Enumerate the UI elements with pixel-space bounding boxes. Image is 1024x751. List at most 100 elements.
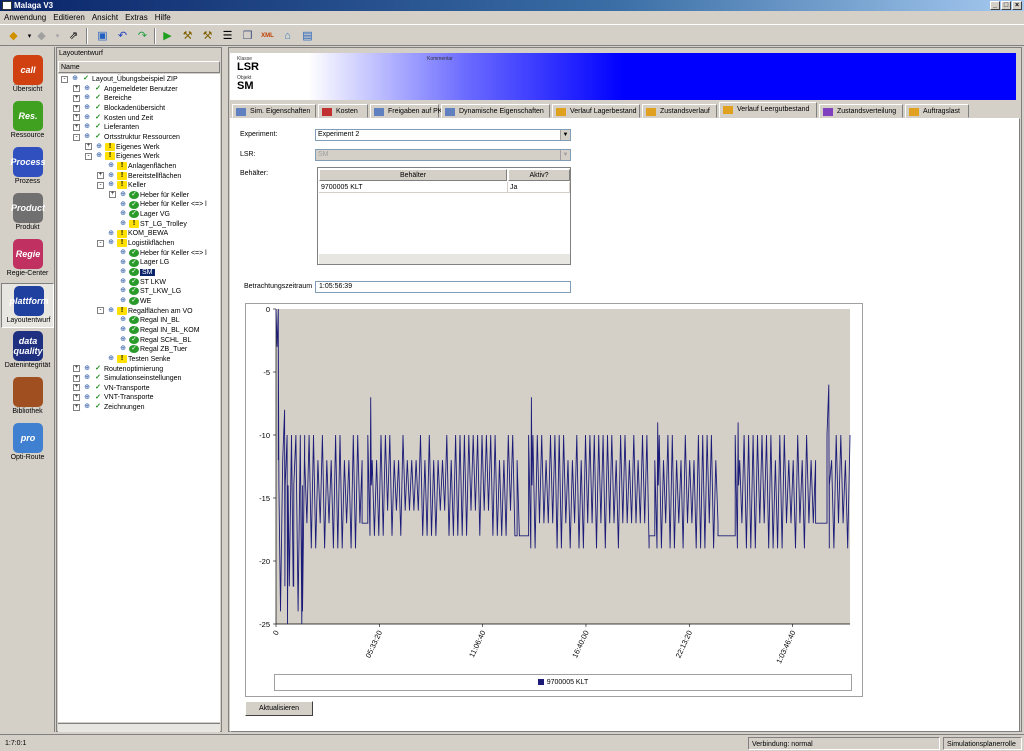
tree-node[interactable]: ⊕ ✓ Regal ZB_Tuer <box>109 345 187 355</box>
tab-zustandsverteilung[interactable]: Zustandsverteilung <box>819 104 903 118</box>
tree-node[interactable]: ⊕ ✓ Lager VG <box>109 210 170 220</box>
database-icon[interactable]: ⌂ <box>280 28 295 43</box>
expand-icon[interactable]: + <box>73 94 80 102</box>
tree-node[interactable]: ⊕! ST_LG_Trolley <box>109 219 187 230</box>
redo-icon[interactable]: ↷ <box>135 28 150 43</box>
menu-extras[interactable]: Extras <box>122 13 151 22</box>
nav-item-process[interactable]: Process Prozess <box>1 145 54 190</box>
tree-node[interactable]: - ⊕! Keller <box>97 181 146 191</box>
tree-node[interactable]: + ⊕! Bereitstellflächen <box>97 171 181 182</box>
collapse-icon[interactable]: - <box>97 307 104 315</box>
close-button[interactable]: × <box>1012 1 1022 10</box>
tree-node[interactable]: ⊕ ✓ SM <box>109 268 155 278</box>
menu-anwendung[interactable]: Anwendung <box>1 13 49 22</box>
expand-icon[interactable]: + <box>73 374 80 382</box>
nav-item-opti-route[interactable]: pro Opti-Route <box>1 421 54 466</box>
collapse-icon[interactable]: - <box>97 181 104 189</box>
tree-node[interactable]: + ⊕ ✓ Bereiche <box>73 94 132 104</box>
tab-zustandsverlauf[interactable]: Zustandsverlauf <box>642 104 717 118</box>
tree-node[interactable]: ⊕! Testen Senke <box>97 355 170 365</box>
grid-cell-behaelter[interactable]: 9700005 KLT <box>319 182 508 193</box>
tab-sim-eigenschaften[interactable]: Sim. Eigenschaften <box>232 104 316 118</box>
tab-verlauf-leergutbestand[interactable]: Verlauf Leergutbestand <box>719 102 817 118</box>
expand-icon[interactable]: + <box>97 172 104 180</box>
tree-node[interactable]: + ⊕ ✓ Routenoptimierung <box>73 365 163 375</box>
tree-node[interactable]: + ⊕ ✓ Simulationseinstellungen <box>73 374 181 384</box>
tree-node[interactable]: + ⊕ ✓ VN-Transporte <box>73 384 150 394</box>
tree-node[interactable]: ⊕ ✓ Heber für Keller <=> l <box>109 248 207 259</box>
tree-node[interactable]: - ⊕! Logistikflächen <box>97 239 174 249</box>
tree-node[interactable]: ⊕! Anlagenflächen <box>97 162 176 172</box>
expand-icon[interactable]: + <box>73 403 80 411</box>
tree-node[interactable]: ⊕ ✓ ST_LKW_LG <box>109 287 181 297</box>
grid-cell-aktiv[interactable]: Ja <box>508 182 570 193</box>
nav-item-regie-center[interactable]: Regie Regie-Center <box>1 237 54 282</box>
tree-node[interactable]: ⊕ ✓ ST LKW <box>109 277 166 288</box>
collapse-icon[interactable]: - <box>97 239 104 247</box>
tree-node[interactable]: ⊕ ✓ Heber für Keller <=> l <box>109 200 207 210</box>
tab-kosten[interactable]: Kosten <box>318 104 368 118</box>
tree-node[interactable]: - ⊕ ✓ Ortsstruktur Ressourcen <box>73 133 180 143</box>
tree-node[interactable]: ⊕! KOM_BEWA <box>97 229 168 239</box>
zeitraum-field[interactable]: 1:05:56:39 <box>315 281 571 293</box>
menu-hilfe[interactable]: Hilfe <box>152 13 174 22</box>
undo-icon[interactable]: ↶ <box>115 28 130 43</box>
tree-node[interactable]: ⊕ ✓ WE <box>109 297 151 307</box>
expand-icon[interactable]: + <box>85 143 92 151</box>
collapse-icon[interactable]: - <box>61 75 68 83</box>
tree-node[interactable]: ⊕ ✓ Regal SCHL_BL <box>109 335 191 346</box>
grid-icon[interactable]: ▤ <box>300 28 315 43</box>
tree-node[interactable]: + ⊕ ✓ VNT-Transporte <box>73 393 154 403</box>
list-icon[interactable]: ☰ <box>220 28 235 43</box>
tree-node[interactable]: ⊕ ✓ Lager LG <box>109 258 169 268</box>
tab-dynamische-eigenschaften[interactable]: Dynamische Eigenschaften <box>441 104 550 118</box>
tree-node[interactable]: - ⊕! Eigenes Werk <box>85 152 159 162</box>
tree-node[interactable]: ⊕ ✓ Regal IN_BL_KOM <box>109 326 200 336</box>
tree-view[interactable]: - ⊕ ✓ Layout_Übungsbeispiel ZIP + ⊕ ✓ Angemelde… <box>58 74 220 722</box>
expand-icon[interactable]: + <box>73 123 80 131</box>
copy-icon[interactable]: ❐ <box>240 28 255 43</box>
export-icon[interactable]: ⇗ <box>66 28 81 43</box>
expand-icon[interactable]: + <box>73 104 80 112</box>
run-icon[interactable]: ▶ <box>160 28 175 43</box>
nav-item-product[interactable]: Product Produkt <box>1 191 54 236</box>
tab-verlauf-lagerbestand[interactable]: Verlauf Lagerbestand <box>552 104 640 118</box>
expand-icon[interactable]: + <box>73 85 80 93</box>
tree-node[interactable]: + ⊕ ✓ Angemeldeter Benutzer <box>73 85 178 95</box>
collapse-icon[interactable]: - <box>73 133 80 141</box>
forward-dropdown-icon[interactable]: ▾ <box>50 28 65 43</box>
grid-header-aktiv[interactable]: Aktiv? <box>508 169 570 181</box>
tree-node[interactable]: + ⊕! Eigenes Werk <box>85 142 159 153</box>
collapse-icon[interactable]: - <box>85 152 92 160</box>
nav-item-layout[interactable]: plattform Layoutentwurf <box>1 283 54 328</box>
minimize-button[interactable]: _ <box>990 1 1000 10</box>
tree-column-header[interactable]: Name <box>58 61 220 73</box>
refresh-button[interactable]: Aktualisieren <box>245 701 313 716</box>
chevron-down-icon[interactable]: ▼ <box>560 130 570 140</box>
experiment-select[interactable]: Experiment 2 ▼ <box>315 129 571 141</box>
menu-editieren[interactable]: Editieren <box>50 13 88 22</box>
tab-auftragslast[interactable]: Auftragslast <box>905 104 969 118</box>
forward-icon[interactable]: ◆ <box>34 28 49 43</box>
expand-icon[interactable]: + <box>73 114 80 122</box>
tree-node[interactable]: ⊕ ✓ Regal IN_BL <box>109 316 180 326</box>
tree-node[interactable]: + ⊕ ✓ Blockadenübersicht <box>73 104 165 114</box>
maximize-button[interactable]: □ <box>1001 1 1011 10</box>
nav-item-library[interactable]: Bibliothek <box>1 375 54 420</box>
xml-icon[interactable]: XML <box>260 28 275 43</box>
menu-ansicht[interactable]: Ansicht <box>89 13 121 22</box>
window-icon[interactable]: ▣ <box>95 28 110 43</box>
nav-item-data-quality[interactable]: data quality Datenintegrität <box>1 329 54 374</box>
grid-horizontal-scrollbar[interactable] <box>319 254 570 264</box>
tree-node[interactable]: + ⊕ ✓ Heber für Keller <box>109 190 189 201</box>
expand-icon[interactable]: + <box>73 394 80 402</box>
grid-header-behaelter[interactable]: Behälter <box>319 169 507 181</box>
expand-icon[interactable]: + <box>73 365 80 373</box>
tab-freigaben-auf-pk[interactable]: Freigaben auf PK <box>370 104 442 118</box>
tree-node[interactable]: + ⊕ ✓ Lieferanten <box>73 123 139 133</box>
tool-icon[interactable]: ⚒ <box>180 28 195 43</box>
nav-item-overview[interactable]: call Übersicht <box>1 53 54 98</box>
expand-icon[interactable]: + <box>109 191 116 199</box>
tree-node[interactable]: - ⊕! Regalflächen am VO <box>97 306 193 317</box>
back-icon[interactable]: ◆ <box>6 28 21 43</box>
